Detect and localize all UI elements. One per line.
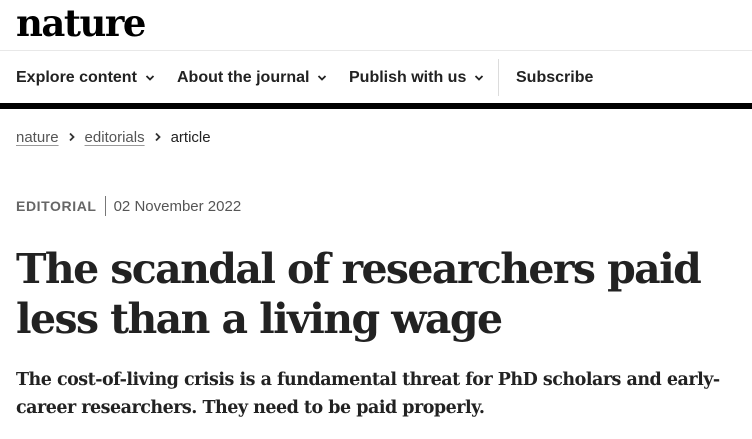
nature-logo[interactable]: nature <box>16 0 146 48</box>
nav-publish-with-us[interactable]: Publish with us <box>349 51 484 104</box>
article-type-label: EDITORIAL <box>16 198 97 214</box>
main-nav: Explore content About the journal Publis… <box>0 50 752 104</box>
header-divider-bar <box>0 103 752 109</box>
meta-divider <box>104 196 106 216</box>
breadcrumb-nature[interactable]: nature <box>16 129 59 146</box>
nav-subscribe-label: Subscribe <box>516 68 594 86</box>
chevron-right-icon <box>68 129 76 145</box>
nav-divider <box>498 59 499 96</box>
article-standfirst: The cost-of-living crisis is a fundament… <box>16 370 720 418</box>
chevron-down-icon <box>145 74 155 81</box>
site-header: nature <box>0 0 752 50</box>
article-meta: EDITORIAL 02 November 2022 <box>16 196 241 216</box>
article-title: The scandal of researchers paid less tha… <box>16 245 702 343</box>
breadcrumb: nature editorials article <box>16 127 211 147</box>
publication-date: 02 November 2022 <box>113 197 242 215</box>
nav-publish-with-us-label: Publish with us <box>349 68 467 86</box>
nav-about-the-journal[interactable]: About the journal <box>177 51 327 104</box>
nav-subscribe[interactable]: Subscribe <box>516 51 593 104</box>
breadcrumb-editorials[interactable]: editorials <box>85 129 145 146</box>
breadcrumb-article: article <box>170 128 211 146</box>
nav-explore-content-label: Explore content <box>16 68 137 86</box>
nav-about-the-journal-label: About the journal <box>177 68 310 86</box>
chevron-right-icon <box>154 129 162 145</box>
nav-explore-content[interactable]: Explore content <box>16 51 155 104</box>
chevron-down-icon <box>475 74 484 81</box>
chevron-down-icon <box>318 74 327 81</box>
